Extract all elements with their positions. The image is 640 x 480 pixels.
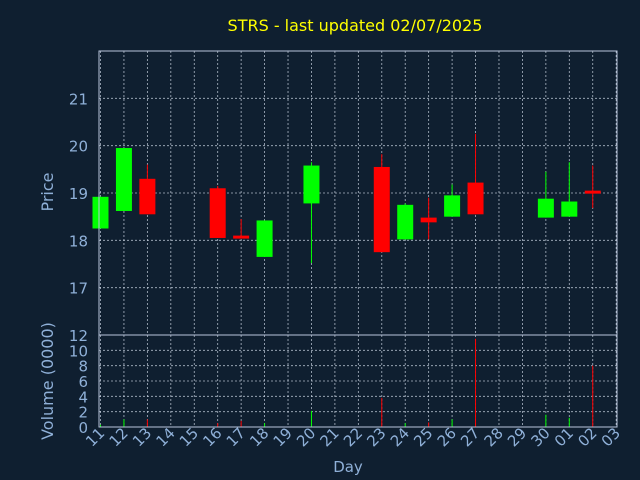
volume-panel: 024681012: [69, 327, 618, 437]
x-tick-label: 13: [129, 424, 155, 450]
x-tick-label: 14: [152, 424, 178, 450]
x-tick-label: 23: [363, 424, 389, 450]
volume-tick-label: 8: [78, 358, 88, 376]
candle-body: [420, 217, 437, 223]
price-axis-label: Price: [38, 172, 57, 211]
candle-body: [139, 178, 156, 215]
volume-axis-label: Volume (0000): [38, 322, 57, 440]
x-tick-label: 21: [316, 424, 342, 450]
x-tick-label: 24: [387, 424, 413, 450]
candle-body: [561, 201, 578, 217]
x-tick-label: 27: [457, 424, 483, 450]
x-tick-label: 03: [598, 424, 624, 450]
x-tick-label: 15: [176, 424, 202, 450]
volume-tick-label: 12: [69, 327, 88, 345]
price-tick-label: 17: [69, 280, 88, 298]
volume-tick-label: 2: [78, 404, 88, 422]
x-tick-label: 19: [270, 424, 296, 450]
x-axis-label: Day: [333, 458, 363, 476]
x-tick-label: 25: [410, 424, 436, 450]
price-tick-label: 19: [69, 185, 88, 203]
candle-body: [584, 190, 601, 194]
candle-body: [537, 198, 554, 218]
volume-tick-label: 4: [78, 388, 88, 406]
price-tick-label: 18: [69, 232, 88, 250]
candle-body: [444, 195, 461, 217]
x-tick-label: 30: [527, 424, 553, 450]
x-tick-label: 17: [223, 424, 249, 450]
x-tick-label: 28: [481, 424, 507, 450]
candle-body: [303, 165, 320, 204]
chart-title: STRS - last updated 02/07/2025: [228, 16, 483, 35]
x-tick-label: 12: [106, 424, 132, 450]
x-tick-label: 29: [504, 424, 530, 450]
candle-body: [115, 148, 132, 211]
candle-body: [256, 220, 273, 257]
candle-body: [397, 204, 414, 240]
price-panel: 17 18 19 20 21: [69, 50, 618, 336]
candle-body: [209, 188, 226, 238]
candle-body: [373, 166, 390, 253]
price-tick-label: 20: [69, 138, 88, 156]
price-tick-label: 21: [69, 90, 88, 108]
x-tick-label: 16: [199, 424, 225, 450]
x-axis: 1112131415161718192021222324252627282930…: [82, 424, 624, 450]
x-tick-label: 20: [293, 424, 319, 450]
x-tick-label: 02: [574, 424, 600, 450]
x-tick-label: 22: [340, 424, 366, 450]
stock-chart: STRS - last updated 02/07/2025 171819202…: [38, 16, 624, 476]
candle-body: [467, 182, 484, 215]
x-tick-label: 18: [246, 424, 272, 450]
volume-tick-label: 6: [78, 373, 88, 391]
candle-body: [92, 196, 109, 229]
candle-body: [233, 235, 250, 239]
x-tick-label: 26: [434, 424, 460, 450]
volume-tick-label: 10: [69, 342, 88, 360]
x-tick-label: 01: [551, 424, 577, 450]
